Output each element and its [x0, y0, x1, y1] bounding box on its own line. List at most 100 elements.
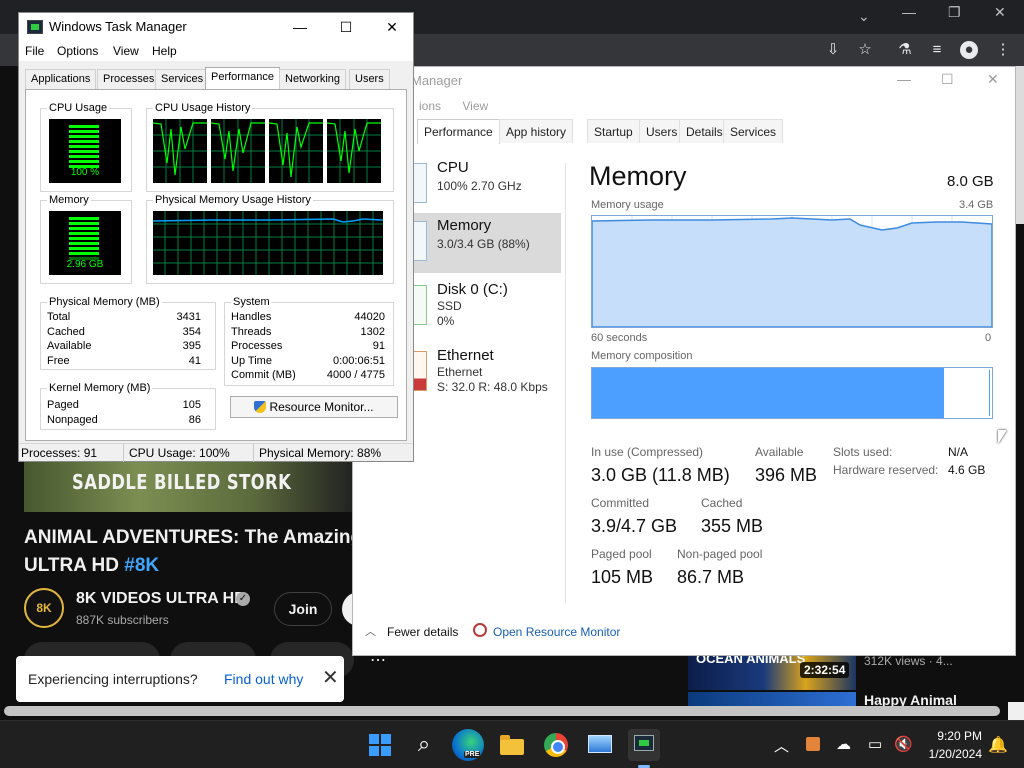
stat-value: 41 — [188, 355, 201, 367]
video-caption: SADDLE BILLED STORK — [72, 470, 292, 494]
memory-mini-graph — [413, 221, 427, 261]
chevron-up-icon[interactable]: ︿ — [365, 623, 376, 639]
chevron-up-icon[interactable]: ︿ — [774, 735, 789, 756]
stat-label: Handles — [231, 311, 272, 323]
menu-file[interactable]: File — [25, 44, 44, 58]
profile-icon[interactable]: ● — [960, 41, 978, 59]
tab-performance[interactable]: Performance — [205, 67, 280, 90]
stat-value: 395 — [182, 340, 201, 352]
memory-composition-bar[interactable] — [591, 367, 993, 419]
menu-options[interactable]: ions — [419, 99, 441, 113]
cpu-mini-graph — [413, 163, 427, 203]
start-icon[interactable] — [364, 729, 396, 761]
slots-used-label: Slots used: — [833, 445, 893, 459]
join-button[interactable]: Join — [274, 592, 332, 626]
tab-services[interactable]: Services — [155, 69, 210, 89]
minimize-icon[interactable]: — — [902, 4, 916, 20]
vertical-scrollbar[interactable] — [1016, 66, 1024, 224]
resource-monitor-icon — [473, 623, 487, 637]
pane-divider[interactable] — [565, 163, 566, 603]
search-icon[interactable]: ⌕ — [408, 729, 440, 761]
close-icon[interactable]: ✕ — [994, 4, 1006, 21]
stat-label: Processes — [231, 340, 283, 352]
stat-value: 1302 — [360, 326, 385, 338]
available-value: 396 MB — [755, 465, 818, 485]
committed-value: 3.9/4.7 GB — [591, 516, 678, 536]
tab-startup[interactable]: Startup — [587, 119, 640, 143]
tray-app-icon[interactable] — [806, 737, 820, 751]
memory-usage-graph — [591, 215, 993, 328]
find-out-why-link[interactable]: Find out why — [224, 671, 303, 687]
lab-icon[interactable]: ⚗ — [896, 41, 914, 59]
close-icon[interactable]: ✕ — [987, 71, 999, 88]
cloud-offline-icon[interactable]: ☁ — [836, 735, 851, 753]
close-button[interactable]: ✕ — [369, 16, 415, 38]
disk-mini-graph — [413, 285, 427, 325]
tab-users[interactable]: Users — [639, 119, 685, 143]
title-bar[interactable]: Windows Task Manager — ☐ ✕ — [19, 13, 413, 41]
memory-history-label: Physical Memory Usage History — [153, 194, 313, 206]
close-icon[interactable]: ✕ — [322, 668, 339, 688]
tab-applications[interactable]: Applications — [25, 69, 97, 89]
menu-help[interactable]: Help — [152, 44, 177, 58]
memory-in-use-segment[interactable] — [592, 368, 944, 418]
video-hashtag[interactable]: #8K — [124, 555, 159, 576]
tab-networking[interactable]: Networking — [279, 69, 347, 89]
menu-icon[interactable]: ⋮ — [994, 41, 1012, 59]
minimize-icon[interactable]: — — [897, 71, 911, 87]
system-group: System Handles 44020 Threads 1302 Proces… — [224, 296, 394, 386]
sidebar-item-detail: 0% — [437, 314, 455, 328]
resource-monitor-button[interactable]: Resource Monitor... — [230, 396, 398, 418]
volume-muted-icon[interactable]: 🔇 — [894, 735, 913, 753]
clock-time[interactable]: 9:20 PM — [934, 729, 982, 743]
notification-bell-icon[interactable]: 🔔 — [988, 735, 1008, 755]
maximize-button[interactable]: ☐ — [323, 16, 369, 38]
menu-options[interactable]: Options — [57, 44, 98, 58]
sidebar-item-disk[interactable]: Disk 0 (C:) SSD 0% — [409, 277, 561, 337]
tab-processes[interactable]: Processes — [97, 69, 161, 89]
restore-icon[interactable]: ❐ — [948, 4, 961, 21]
system-title: System — [231, 296, 272, 308]
sidebar-item-ethernet[interactable]: Ethernet Ethernet S: 32.0 R: 48.0 Kbps — [409, 343, 561, 403]
stat-label: Nonpaged — [47, 414, 98, 426]
cpu-core-graph — [269, 119, 323, 183]
mouse-cursor — [998, 430, 1007, 444]
in-use-value: 3.0 GB (11.8 MB) — [591, 465, 730, 485]
avatar[interactable]: 8K — [24, 588, 64, 628]
tab-performance[interactable]: Performance — [417, 119, 500, 144]
file-explorer-icon[interactable] — [496, 729, 528, 761]
memory-composition-label: Memory composition — [591, 350, 693, 362]
horizontal-scrollbar[interactable] — [4, 706, 1000, 716]
stat-value: 4000 / 4775 — [326, 369, 385, 381]
video-player[interactable]: SADDLE BILLED STORK — [24, 462, 352, 512]
photos-icon[interactable] — [584, 729, 616, 761]
maximize-icon[interactable]: ☐ — [941, 71, 954, 88]
task-manager-icon[interactable] — [628, 729, 660, 761]
chrome-icon[interactable] — [540, 729, 572, 761]
tab-app-history[interactable]: App history — [499, 119, 574, 143]
sidebar-item-memory[interactable]: Memory 3.0/3.4 GB (88%) — [409, 213, 561, 273]
menu-view[interactable]: View — [113, 44, 139, 58]
channel-name[interactable]: 8K VIDEOS ULTRA HD — [76, 590, 246, 608]
cpu-core-graph — [211, 119, 265, 183]
memory-group: Memory 2.96 GB — [40, 194, 132, 284]
minimize-button[interactable]: — — [277, 16, 323, 38]
tab-search-icon[interactable]: ⌄ — [858, 8, 870, 25]
edge-icon[interactable]: PRE — [452, 729, 484, 761]
menu-view[interactable]: View — [462, 99, 488, 113]
playlist-icon[interactable]: ≡ — [928, 41, 946, 59]
install-icon[interactable]: ⇩ — [824, 41, 842, 59]
interruption-toast: Experiencing interruptions? Find out why… — [16, 656, 344, 702]
sidebar-item-cpu[interactable]: CPU 100% 2.70 GHz — [409, 155, 561, 215]
star-icon[interactable]: ☆ — [856, 41, 874, 59]
clock-date[interactable]: 1/20/2024 — [924, 747, 982, 761]
recommended-thumbnail[interactable] — [688, 692, 856, 706]
tab-users[interactable]: Users — [349, 69, 390, 89]
network-icon[interactable]: ▭ — [868, 735, 882, 753]
open-resource-monitor-link[interactable]: Open Resource Monitor — [493, 625, 620, 639]
tab-services[interactable]: Services — [723, 119, 784, 143]
cpu-usage-value: 100 % — [70, 167, 100, 178]
window-title: Manager — [411, 73, 463, 88]
menu-bar: ions View — [419, 99, 506, 113]
fewer-details-button[interactable]: Fewer details — [387, 625, 458, 639]
